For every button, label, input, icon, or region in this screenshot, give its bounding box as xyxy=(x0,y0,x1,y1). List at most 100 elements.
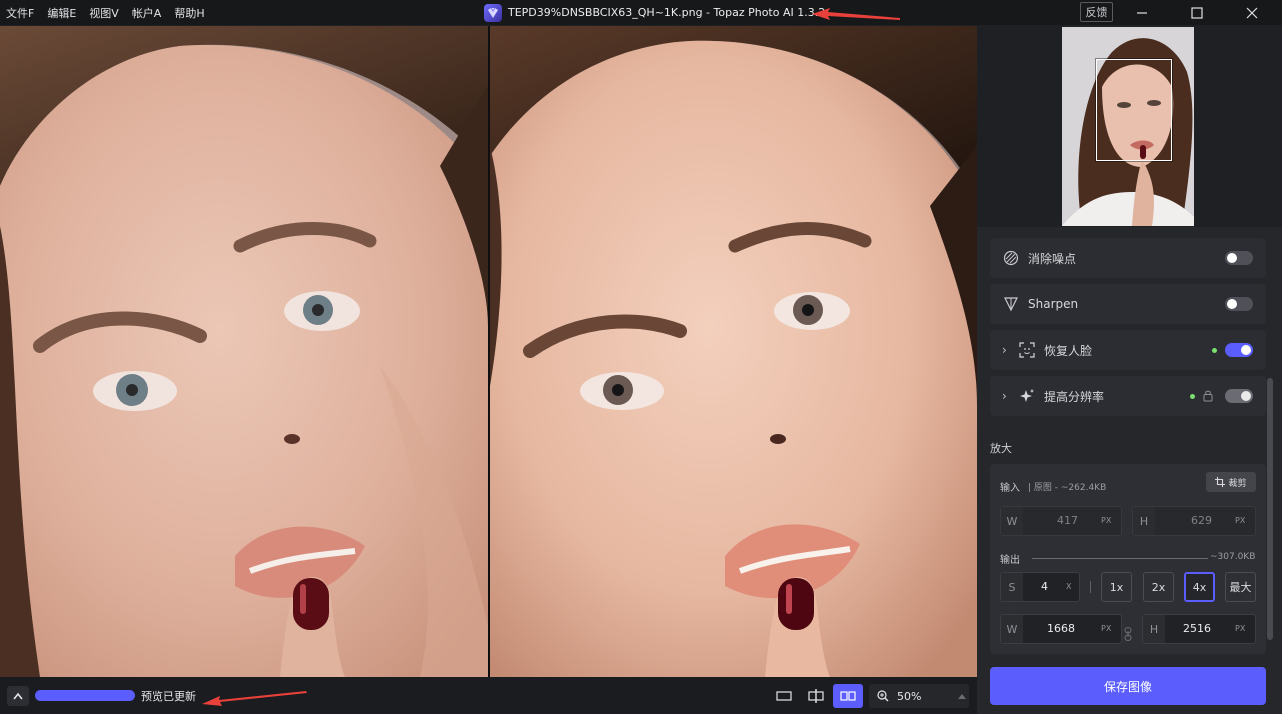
upscale-label: 提高分辨率 xyxy=(1044,389,1105,404)
side-by-side-icon xyxy=(840,691,856,701)
face-status-dot xyxy=(1212,348,1217,353)
lock-icon xyxy=(1203,390,1213,402)
sidebar-scrollbar[interactable] xyxy=(1267,378,1273,640)
navigator-thumbnail[interactable] xyxy=(1062,27,1194,226)
scale-factor-value: 4 xyxy=(1041,580,1048,593)
upscale-row[interactable]: › 提高分辨率 xyxy=(990,376,1266,416)
split-view-icon xyxy=(808,689,824,703)
navigator-viewport-rect[interactable] xyxy=(1096,59,1172,161)
output-width-unit: PX xyxy=(1101,624,1112,633)
split-view-button[interactable] xyxy=(801,684,831,708)
sharpen-icon xyxy=(1002,295,1020,313)
menu-edit[interactable]: 编辑E xyxy=(47,5,76,21)
upscale-status-dot xyxy=(1190,394,1195,399)
height-prefix: H xyxy=(1133,507,1155,535)
single-view-button[interactable] xyxy=(769,684,799,708)
scale-2x-button[interactable]: 2x xyxy=(1143,572,1174,602)
sharpen-row[interactable]: Sharpen xyxy=(990,284,1266,324)
enlarge-settings: 输入 | 原图 - ~262.4KB 裁剪 W 417 PX H 629 PX … xyxy=(990,464,1266,654)
output-width-value: 1668 xyxy=(1047,622,1075,635)
enlarge-section-title: 放大 xyxy=(990,442,1012,455)
crop-button[interactable]: 裁剪 xyxy=(1206,472,1256,492)
denoise-toggle[interactable] xyxy=(1225,251,1253,265)
input-width-unit: PX xyxy=(1101,516,1112,525)
output-height-value: 2516 xyxy=(1183,622,1211,635)
close-button[interactable] xyxy=(1230,0,1274,25)
side-by-side-view-button[interactable] xyxy=(833,684,863,708)
scale-4x-button[interactable]: 4x xyxy=(1184,572,1215,602)
right-sidebar: 消除噪点 Sharpen › 恢复人脸 › 提高分辨率 放大 输入 | 原图 -… xyxy=(977,26,1282,714)
zoom-dropdown-icon[interactable] xyxy=(957,692,967,700)
zoom-icon xyxy=(877,690,889,702)
output-label: 输出 xyxy=(1000,555,1020,566)
input-height-value: 629 xyxy=(1191,514,1212,527)
input-label: 输入 xyxy=(1000,483,1020,494)
zoom-level: 50% xyxy=(897,689,922,703)
upscale-toggle[interactable] xyxy=(1225,389,1253,403)
sharpen-toggle[interactable] xyxy=(1225,297,1253,311)
sharpen-label: Sharpen xyxy=(1028,297,1079,311)
output-size: ~307.0KB xyxy=(1210,552,1256,562)
maximize-icon xyxy=(1191,6,1203,19)
face-recovery-icon xyxy=(1018,341,1036,359)
preview-status-text: 预览已更新 xyxy=(141,690,196,703)
input-info: | 原图 - ~262.4KB xyxy=(1028,483,1107,493)
output-width-field[interactable]: W 1668 PX xyxy=(1000,614,1122,644)
sparkle-icon xyxy=(1018,387,1036,405)
menu-view[interactable]: 视图V xyxy=(89,5,119,21)
navigator xyxy=(977,26,1282,227)
maximize-button[interactable] xyxy=(1175,0,1219,25)
preview-progress-bar xyxy=(35,690,135,701)
aspect-link-icon[interactable] xyxy=(1124,627,1132,641)
scale-separator xyxy=(1090,581,1091,593)
output-height-unit: PX xyxy=(1235,624,1246,633)
preview-portrait-image xyxy=(490,26,977,677)
minimize-button[interactable] xyxy=(1120,0,1164,25)
menu-help[interactable]: 帮助H xyxy=(174,5,204,21)
single-view-icon xyxy=(776,691,792,701)
window-title-group: TEPD39%DNSBBCIX63_QH~1K.png - Topaz Phot… xyxy=(484,3,825,22)
preview-image-pane[interactable] xyxy=(490,26,977,677)
input-height-field: H 629 PX xyxy=(1132,506,1256,536)
output-height-field[interactable]: H 2516 PX xyxy=(1142,614,1256,644)
scale-prefix: S xyxy=(1001,573,1023,601)
scale-factor-unit: X xyxy=(1066,582,1072,591)
expand-panel-button[interactable] xyxy=(7,686,29,706)
zoom-control[interactable]: 50% xyxy=(869,684,969,708)
crop-icon xyxy=(1215,477,1226,487)
scale-factor-field[interactable]: S 4 X xyxy=(1000,572,1080,602)
recover-face-toggle[interactable] xyxy=(1225,343,1253,357)
scale-1x-button[interactable]: 1x xyxy=(1101,572,1132,602)
denoise-label: 消除噪点 xyxy=(1028,251,1077,266)
recover-face-label: 恢复人脸 xyxy=(1044,343,1093,358)
window-title: TEPD39%DNSBBCIX63_QH~1K.png - Topaz Phot… xyxy=(508,6,826,19)
width-prefix: W xyxy=(1001,507,1023,535)
original-portrait-image xyxy=(0,26,488,677)
menu-account[interactable]: 帐户A xyxy=(132,5,162,21)
topaz-logo-icon xyxy=(484,3,502,22)
crop-label: 裁剪 xyxy=(1228,478,1247,489)
input-width-field: W 417 PX xyxy=(1000,506,1122,536)
annotation-arrow-title xyxy=(812,8,900,20)
annotation-arrow-status xyxy=(202,691,307,706)
minimize-icon xyxy=(1137,11,1147,14)
chevron-right-icon[interactable]: › xyxy=(1002,343,1010,357)
chevron-right-icon[interactable]: › xyxy=(1002,389,1010,403)
input-height-unit: PX xyxy=(1235,516,1246,525)
scale-max-button[interactable]: 最大 xyxy=(1225,572,1256,602)
bottom-toolbar: 预览已更新 50% xyxy=(0,677,977,714)
save-image-button[interactable]: 保存图像 xyxy=(990,667,1266,705)
title-bar: 文件F 编辑E 视图V 帐户A 帮助H TEPD39%DNSBBCIX63_QH… xyxy=(0,0,1282,25)
output-divider xyxy=(1032,558,1208,559)
chevron-up-icon xyxy=(13,692,23,700)
original-image-pane[interactable] xyxy=(0,26,488,677)
menu-file[interactable]: 文件F xyxy=(6,5,34,21)
close-icon xyxy=(1246,7,1258,18)
input-width-value: 417 xyxy=(1057,514,1078,527)
height-prefix: H xyxy=(1143,615,1165,643)
width-prefix: W xyxy=(1001,615,1023,643)
denoise-row[interactable]: 消除噪点 xyxy=(990,238,1266,278)
feedback-button[interactable]: 反馈 xyxy=(1080,2,1113,22)
recover-face-row[interactable]: › 恢复人脸 xyxy=(990,330,1266,370)
denoise-icon xyxy=(1002,249,1020,267)
